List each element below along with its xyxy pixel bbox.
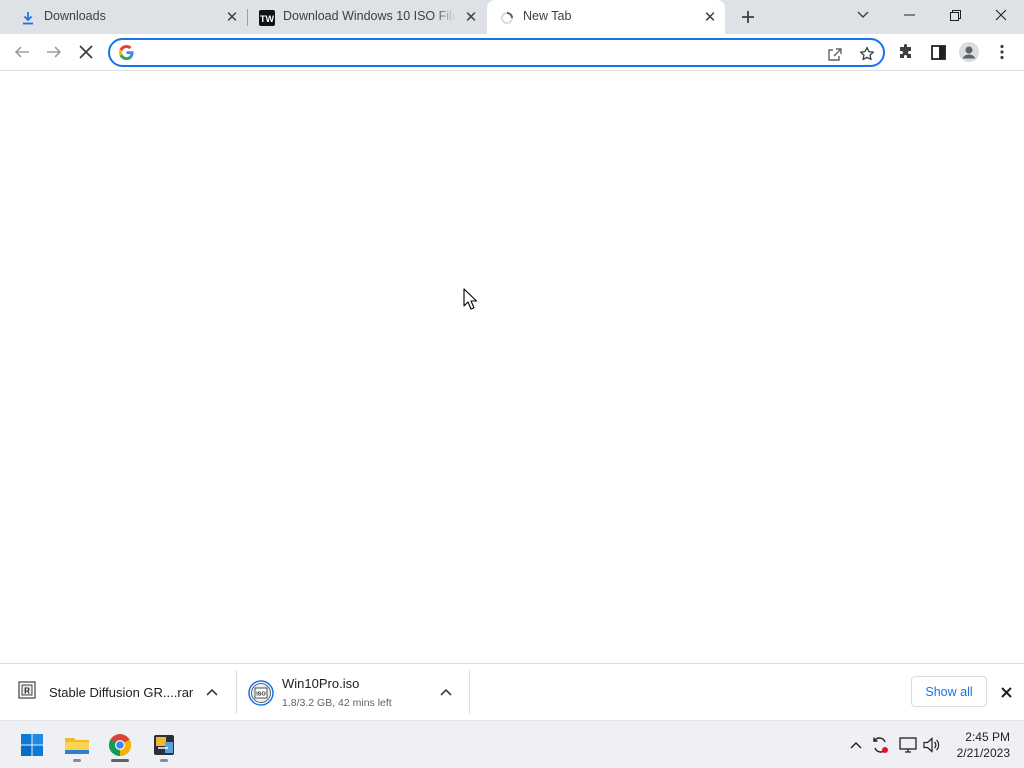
svg-text:R: R xyxy=(24,687,30,696)
tab-close-icon[interactable]: ✕ xyxy=(463,9,479,26)
restore-icon[interactable] xyxy=(940,4,970,26)
running-indicator xyxy=(160,759,168,762)
tab-close-icon[interactable]: ✕ xyxy=(702,9,718,26)
app-icon[interactable] xyxy=(146,727,182,763)
chevron-up-icon[interactable] xyxy=(204,684,220,700)
clock-time: 2:45 PM xyxy=(965,730,1010,744)
forward-icon[interactable] xyxy=(42,40,66,64)
winrar-icon: R xyxy=(18,681,40,703)
tab-new-tab[interactable]: New Tab ✕ xyxy=(487,0,725,34)
show-hidden-icons-chevron-icon[interactable] xyxy=(846,735,866,755)
tab-windows-iso[interactable]: TW Download Windows 10 ISO File ( ✕ xyxy=(247,0,485,34)
back-icon[interactable] xyxy=(10,40,34,64)
network-monitor-icon[interactable] xyxy=(898,735,918,755)
browser-toolbar xyxy=(0,34,1024,71)
google-icon xyxy=(119,45,134,60)
svg-text:ISO: ISO xyxy=(256,692,266,698)
bookmark-star-icon[interactable] xyxy=(858,45,876,63)
volume-icon[interactable] xyxy=(922,735,942,755)
iso-disc-icon: ISO xyxy=(248,680,274,706)
tab-close-icon[interactable]: ✕ xyxy=(224,9,240,26)
profile-icon[interactable] xyxy=(958,41,980,63)
minimize-icon[interactable] xyxy=(894,4,924,26)
svg-text:TW: TW xyxy=(260,14,274,24)
page-content[interactable] xyxy=(0,71,1024,663)
tab-title: Downloads xyxy=(44,9,106,23)
download-filename: Win10Pro.iso xyxy=(282,676,360,691)
windows-start-icon[interactable] xyxy=(14,727,50,763)
tab-title: New Tab xyxy=(523,9,572,23)
share-icon[interactable] xyxy=(826,45,844,63)
stop-icon[interactable] xyxy=(74,40,98,64)
extensions-icon[interactable] xyxy=(895,41,917,63)
system-clock[interactable]: 2:45 PM 2/21/2023 xyxy=(940,729,1010,761)
mouse-cursor-icon xyxy=(463,288,477,310)
clock-date: 2/21/2023 xyxy=(956,746,1010,760)
address-input[interactable] xyxy=(142,43,802,63)
side-panel-icon[interactable] xyxy=(927,41,949,63)
sync-icon[interactable] xyxy=(870,735,890,755)
chrome-icon[interactable] xyxy=(102,727,138,763)
loading-spinner-icon xyxy=(499,10,515,26)
address-bar[interactable] xyxy=(108,38,885,67)
download-item-rar[interactable]: R Stable Diffusion GR....rar xyxy=(0,664,236,721)
running-indicator xyxy=(73,759,81,762)
tab-downloads[interactable]: Downloads ✕ xyxy=(8,0,246,34)
tab-search-chevron-icon[interactable] xyxy=(848,4,878,26)
tab-strip: Downloads ✕ TW Download Windows 10 ISO F… xyxy=(0,0,1024,34)
download-filename: Stable Diffusion GR....rar xyxy=(49,685,194,700)
download-item-iso[interactable]: ISO Win10Pro.iso 1.8/3.2 GB, 42 mins lef… xyxy=(237,664,469,721)
download-shelf: R Stable Diffusion GR....rar ISO Win10Pr… xyxy=(0,663,1024,720)
tab-title: Download Windows 10 ISO File ( xyxy=(283,9,455,23)
close-window-icon[interactable] xyxy=(986,4,1016,26)
shelf-separator xyxy=(469,670,470,714)
active-indicator xyxy=(111,759,129,762)
new-tab-plus-icon[interactable] xyxy=(737,6,759,28)
file-explorer-icon[interactable] xyxy=(59,727,95,763)
tw-site-icon: TW xyxy=(259,10,275,26)
chevron-up-icon[interactable] xyxy=(438,684,454,700)
show-all-button[interactable]: Show all xyxy=(911,676,987,707)
menu-icon[interactable] xyxy=(991,41,1013,63)
download-progress-status: 1.8/3.2 GB, 42 mins left xyxy=(282,697,392,709)
close-shelf-icon[interactable] xyxy=(997,683,1015,701)
windows-taskbar: 2:45 PM 2/21/2023 xyxy=(0,720,1024,768)
download-icon xyxy=(20,10,36,26)
